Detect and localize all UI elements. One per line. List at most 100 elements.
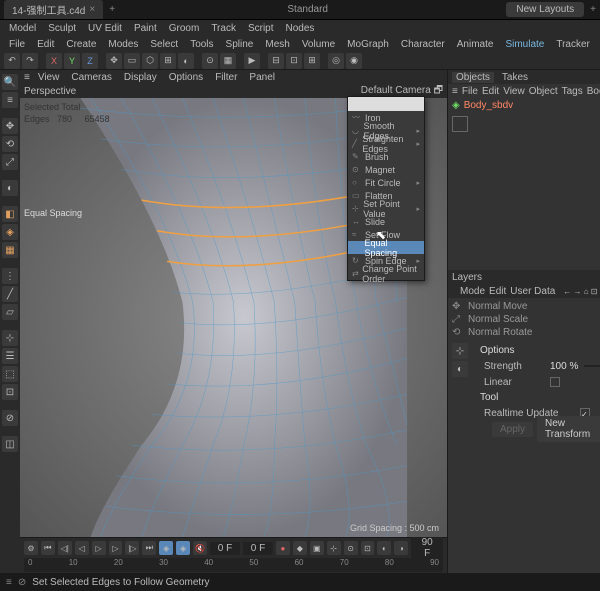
- tl-scale[interactable]: ⊡: [361, 541, 375, 555]
- cube-tool[interactable]: ◧: [2, 206, 18, 222]
- point-tool[interactable]: ⋮: [2, 268, 18, 284]
- scale-tool[interactable]: ⤢: [2, 154, 18, 170]
- mode-sculpt[interactable]: Sculpt: [43, 22, 81, 35]
- mode-groom[interactable]: Groom: [164, 22, 205, 35]
- timeline-ruler[interactable]: 0102030405060708090: [24, 558, 443, 572]
- normal-scale-row[interactable]: ⤢Normal Scale: [452, 313, 600, 326]
- texture-tool[interactable]: ▦: [2, 242, 18, 258]
- attr-nav-icons[interactable]: ← → ⌂ ⊡ ⊞ ⊙: [563, 287, 600, 296]
- rotate-tool[interactable]: ⟲: [2, 136, 18, 152]
- mode-uv-edit[interactable]: UV Edit: [83, 22, 127, 35]
- projection-label[interactable]: Perspective: [24, 86, 76, 97]
- mode-script[interactable]: Script: [243, 22, 279, 35]
- menu-character[interactable]: Character: [396, 38, 450, 51]
- ctx-set-point-value[interactable]: ⊹Set Point Value▸: [348, 202, 424, 215]
- linear-checkbox[interactable]: [550, 377, 560, 387]
- axis-x-button[interactable]: X: [46, 53, 62, 69]
- misc1-button[interactable]: ◎: [328, 53, 344, 69]
- tl-sound[interactable]: 🔇: [193, 541, 207, 555]
- align2-button[interactable]: ⊡: [286, 53, 302, 69]
- viewport-tool[interactable]: ☰: [2, 348, 18, 364]
- tl-rot[interactable]: ⊙: [344, 541, 358, 555]
- obj-menu-file[interactable]: File: [462, 86, 478, 97]
- material-icon[interactable]: [452, 116, 468, 132]
- objects-tab[interactable]: Objects: [452, 72, 494, 83]
- tl-pos[interactable]: ⊹: [327, 541, 341, 555]
- search-icon[interactable]: 🔍: [2, 74, 18, 90]
- menu-mesh[interactable]: Mesh: [260, 38, 294, 51]
- tl-loop2[interactable]: ◈: [176, 541, 190, 555]
- tool-parent-button[interactable]: ⬡: [142, 53, 158, 69]
- vp-menu-display[interactable]: Display: [120, 72, 161, 83]
- move-tool[interactable]: ✥: [2, 118, 18, 134]
- menu-create[interactable]: Create: [61, 38, 101, 51]
- object-name[interactable]: Body_sbdv: [464, 100, 513, 111]
- close-icon[interactable]: ×: [89, 4, 95, 15]
- axis-y-button[interactable]: Y: [64, 53, 80, 69]
- vp-menu-panel[interactable]: Panel: [245, 72, 279, 83]
- file-tab[interactable]: 14-强制工具.c4d ×: [4, 0, 103, 19]
- layers-header[interactable]: Layers: [448, 270, 600, 284]
- obj-menu-tags[interactable]: Tags: [562, 86, 583, 97]
- ctx-equal-spacing[interactable]: ⦙Equal Spacing: [348, 241, 424, 254]
- tl-prevkey[interactable]: ◁|: [58, 541, 72, 555]
- tl-prev[interactable]: ◁: [75, 541, 89, 555]
- axis-tool[interactable]: ⊹: [2, 330, 18, 346]
- locked-tool[interactable]: ⊘: [2, 410, 18, 426]
- tl-nextkey[interactable]: |▷: [125, 541, 139, 555]
- new-layouts-button[interactable]: New Layouts: [506, 2, 584, 17]
- undo-button[interactable]: ↶: [4, 53, 20, 69]
- apply-button[interactable]: Apply: [492, 422, 533, 437]
- strength-value[interactable]: 100 %: [550, 361, 578, 372]
- attr-tab-user-data[interactable]: User Data: [510, 286, 555, 297]
- tool-select-button[interactable]: ▭: [124, 53, 140, 69]
- mode-track[interactable]: Track: [206, 22, 241, 35]
- tl-record[interactable]: ●: [276, 541, 290, 555]
- object-row[interactable]: ◈ Body_sbdv: [448, 98, 600, 112]
- ctx-change-point-order[interactable]: ⇄Change Point Order: [348, 267, 424, 280]
- ctx-straighten-edges[interactable]: ╱Straighten Edges▸: [348, 137, 424, 150]
- tool-move-button[interactable]: ✥: [106, 53, 122, 69]
- obj-menu-view[interactable]: View: [503, 86, 525, 97]
- misc2-button[interactable]: ◉: [346, 53, 362, 69]
- vp-menu-view[interactable]: View: [34, 72, 64, 83]
- tool-misc-button[interactable]: ◐: [178, 53, 194, 69]
- tl-first[interactable]: ⏮: [41, 541, 55, 555]
- vp-menu-icon[interactable]: ≡: [24, 72, 30, 83]
- normal-rotate-row[interactable]: ⟲Normal Rotate Tool: [452, 326, 600, 339]
- tl-end-field[interactable]: 90 F: [411, 536, 443, 560]
- tl-loop[interactable]: ◈: [159, 541, 173, 555]
- snap-button[interactable]: ⊙: [202, 53, 218, 69]
- menu-file[interactable]: File: [4, 38, 30, 51]
- poly-tool[interactable]: ▱: [2, 304, 18, 320]
- live-select-tool[interactable]: ◐: [2, 180, 18, 196]
- obj-menu-bookmarks[interactable]: Bookmarks: [587, 86, 600, 97]
- tl-current-field[interactable]: 0 F: [243, 542, 273, 555]
- layout-plus-icon[interactable]: +: [590, 4, 596, 15]
- vp-menu-cameras[interactable]: Cameras: [67, 72, 116, 83]
- menu-animate[interactable]: Animate: [452, 38, 499, 51]
- tl-param[interactable]: ◐: [377, 541, 391, 555]
- align-button[interactable]: ⊟: [268, 53, 284, 69]
- tl-start-field[interactable]: 0 F: [210, 542, 240, 555]
- obj-menu-edit[interactable]: Edit: [482, 86, 499, 97]
- model-tool[interactable]: ◈: [2, 224, 18, 240]
- render-button[interactable]: ▶: [244, 53, 260, 69]
- menu-mograph[interactable]: MoGraph: [342, 38, 394, 51]
- strength-slider[interactable]: [584, 365, 600, 367]
- tl-settings[interactable]: ⚙: [24, 541, 38, 555]
- vp-menu-options[interactable]: Options: [165, 72, 207, 83]
- snap-tool[interactable]: ⊡: [2, 384, 18, 400]
- vp-menu-filter[interactable]: Filter: [211, 72, 241, 83]
- tl-auto[interactable]: ▣: [310, 541, 324, 555]
- align3-button[interactable]: ⊞: [304, 53, 320, 69]
- tl-last[interactable]: ⏭: [142, 541, 156, 555]
- menu-tools[interactable]: Tools: [185, 38, 218, 51]
- tl-pla[interactable]: ◑: [394, 541, 408, 555]
- menu-volume[interactable]: Volume: [297, 38, 340, 51]
- normal-move-row[interactable]: ✥Normal Move: [452, 300, 600, 313]
- solo-tool[interactable]: ◫: [2, 436, 18, 452]
- obj-menu-object[interactable]: Object: [529, 86, 558, 97]
- tl-play[interactable]: ▷: [92, 541, 106, 555]
- ctx-fit-circle[interactable]: ○Fit Circle▸: [348, 176, 424, 189]
